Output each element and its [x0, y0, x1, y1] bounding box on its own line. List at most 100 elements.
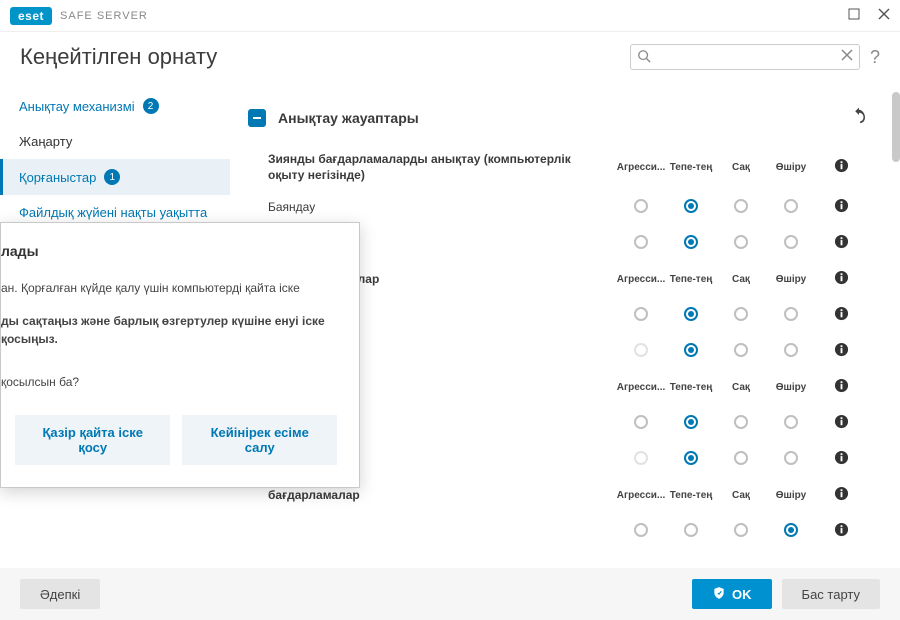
sidebar-badge: 1 [104, 169, 120, 185]
radio-option[interactable] [784, 415, 798, 429]
info-icon[interactable] [816, 306, 866, 324]
info-icon[interactable] [816, 270, 866, 288]
radio-option[interactable] [634, 199, 648, 213]
radio-option[interactable] [784, 199, 798, 213]
column-header: Өшіру [766, 274, 816, 285]
sidebar-item-label: Анықтау механизмі [19, 99, 135, 114]
column-header: Тепе-тең [666, 490, 716, 501]
window-close-icon[interactable] [878, 8, 890, 23]
sidebar-item-0[interactable]: Анықтау механизмі 2 [0, 88, 230, 124]
search-clear-icon[interactable] [841, 49, 853, 64]
row-label: бағдарламалар [268, 487, 616, 503]
column-header: Сақ [716, 490, 766, 501]
column-header: Сақ [716, 162, 766, 173]
sidebar-badge: 2 [143, 98, 159, 114]
radio-option [634, 451, 648, 465]
radio-option[interactable] [784, 451, 798, 465]
info-icon[interactable] [816, 522, 866, 540]
radio-option [634, 343, 648, 357]
radio-option[interactable] [734, 343, 748, 357]
info-icon[interactable] [816, 486, 866, 504]
radio-option[interactable] [684, 307, 698, 321]
dialog-question: қосылсын ба? [1, 373, 337, 392]
help-icon[interactable]: ? [870, 47, 880, 68]
column-header: Тепе-тең [666, 162, 716, 173]
search-icon [637, 49, 651, 66]
row-label: Зиянды бағдарламаларды анықтау (компьюте… [268, 151, 616, 183]
dialog-text-2: ды сақтаңыз және барлық өзгертулер күшін… [1, 312, 337, 349]
cancel-button[interactable]: Бас тарту [782, 579, 880, 609]
column-header: Өшіру [766, 490, 816, 501]
page-title: Кеңейтілген орнату [20, 44, 217, 70]
group-header-row: Зиянды бағдарламаларды анықтау (компьюте… [238, 145, 878, 189]
page-header: Кеңейтілген орнату ? [0, 32, 900, 84]
info-icon[interactable] [816, 234, 866, 252]
undo-icon[interactable] [850, 106, 868, 129]
row-label: Баяндау [268, 199, 616, 215]
sidebar-item-label: Қорғаныстар [19, 170, 96, 185]
titlebar: eset SAFE SERVER [0, 0, 900, 32]
radio-option[interactable] [734, 235, 748, 249]
radio-option[interactable] [734, 199, 748, 213]
option-row [238, 513, 878, 549]
ok-button[interactable]: OK [692, 579, 772, 609]
radio-option[interactable] [784, 523, 798, 537]
column-header: Тепе-тең [666, 382, 716, 393]
restart-dialog: лады ан. Қорғалған күйде қалу үшін компь… [0, 222, 360, 488]
radio-option[interactable] [734, 451, 748, 465]
column-header: Сақ [716, 382, 766, 393]
radio-option[interactable] [784, 343, 798, 357]
radio-option[interactable] [684, 415, 698, 429]
radio-option[interactable] [684, 343, 698, 357]
column-header: Агресси... [616, 382, 666, 393]
window-maximize-icon[interactable] [848, 8, 860, 23]
radio-option[interactable] [734, 307, 748, 321]
sidebar-item-2[interactable]: Қорғаныстар 1 [0, 159, 230, 195]
radio-option[interactable] [634, 415, 648, 429]
info-icon[interactable] [816, 450, 866, 468]
column-header: Агресси... [616, 274, 666, 285]
scrollbar[interactable] [892, 92, 900, 571]
radio-option[interactable] [734, 415, 748, 429]
radio-option[interactable] [734, 523, 748, 537]
remind-later-button[interactable]: Кейінірек есіме салу [182, 415, 337, 465]
radio-option[interactable] [784, 235, 798, 249]
radio-option[interactable] [684, 235, 698, 249]
sidebar-item-label: Жаңарту [19, 134, 72, 149]
search-input[interactable] [630, 44, 860, 70]
radio-option[interactable] [634, 307, 648, 321]
radio-option[interactable] [634, 235, 648, 249]
ok-label: OK [732, 587, 752, 602]
radio-option[interactable] [684, 523, 698, 537]
radio-option[interactable] [684, 199, 698, 213]
column-header: Сақ [716, 274, 766, 285]
radio-option[interactable] [784, 307, 798, 321]
shield-icon [712, 586, 726, 603]
dialog-text-1: ан. Қорғалған күйде қалу үшін компьютерд… [1, 279, 337, 298]
product-name: SAFE SERVER [60, 10, 148, 22]
info-icon[interactable] [816, 198, 866, 216]
window-controls [848, 8, 890, 23]
default-button[interactable]: Әдепкі [20, 579, 100, 609]
restart-now-button[interactable]: Қазір қайта іске қосу [15, 415, 170, 465]
search-box [630, 44, 860, 70]
radio-option[interactable] [634, 523, 648, 537]
brand-logo: eset [10, 7, 52, 25]
option-row: Баяндау [238, 189, 878, 225]
info-icon[interactable] [816, 342, 866, 360]
section-title: Анықтау жауаптары [278, 110, 419, 126]
column-header: Тепе-тең [666, 274, 716, 285]
column-header: Өшіру [766, 162, 816, 173]
dialog-title: лады [1, 243, 337, 259]
info-icon[interactable] [816, 414, 866, 432]
info-icon[interactable] [816, 158, 866, 176]
sidebar-item-1[interactable]: Жаңарту [0, 124, 230, 159]
column-header: Өшіру [766, 382, 816, 393]
radio-option[interactable] [684, 451, 698, 465]
footer: Әдепкі OK Бас тарту [0, 568, 900, 620]
column-header: Агресси... [616, 162, 666, 173]
collapse-icon[interactable] [248, 109, 266, 127]
section-header: Анықтау жауаптары [238, 92, 878, 145]
column-header: Агресси... [616, 490, 666, 501]
info-icon[interactable] [816, 378, 866, 396]
